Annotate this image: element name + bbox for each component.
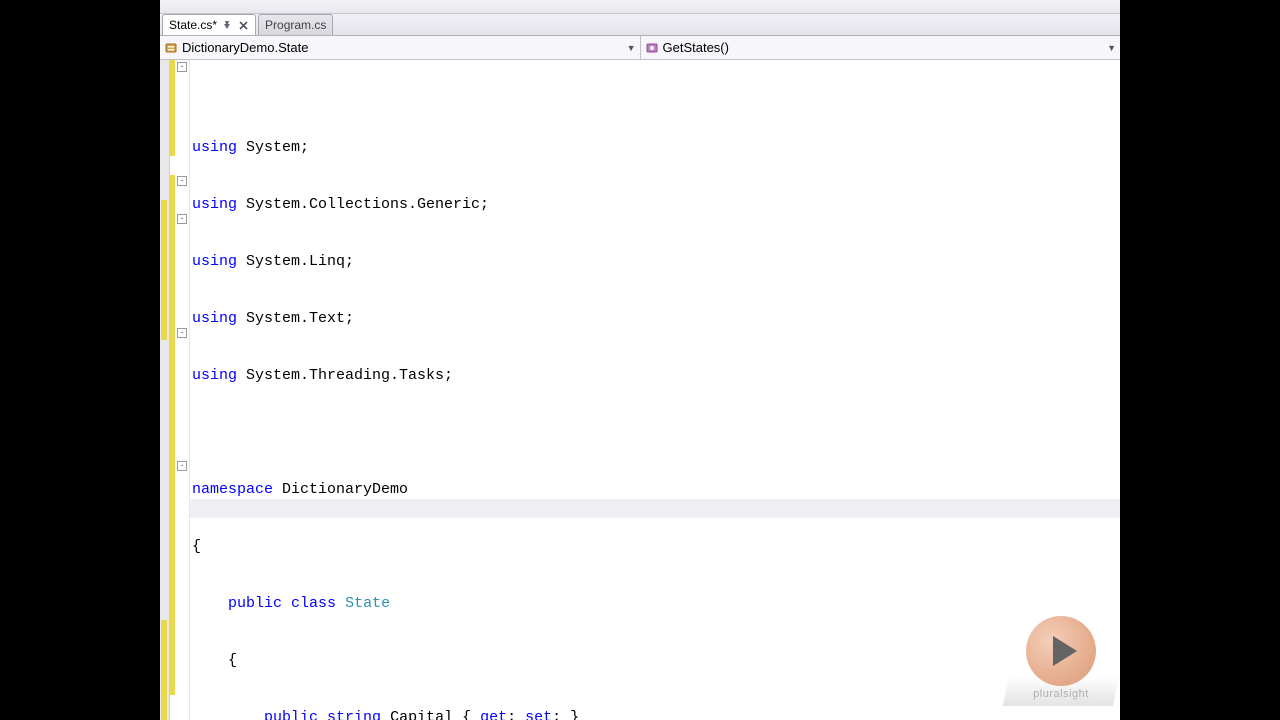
class-selector-label: DictionaryDemo.State bbox=[182, 40, 308, 55]
navigation-bar: DictionaryDemo.State ▼ GetStates() ▼ bbox=[160, 36, 1120, 60]
chevron-down-icon: ▼ bbox=[1107, 43, 1116, 53]
outlining-margin: - - - - - bbox=[176, 60, 190, 720]
code-editor[interactable]: - - - - - using System; using System.Col… bbox=[160, 60, 1120, 720]
tab-state-cs[interactable]: State.cs* bbox=[162, 14, 256, 35]
modified-region-marker bbox=[170, 175, 175, 695]
collapse-toggle-icon[interactable]: - bbox=[177, 214, 187, 224]
collapse-toggle-icon[interactable]: - bbox=[177, 328, 187, 338]
ide-window: State.cs* Program.cs DictionaryDemo.Stat… bbox=[160, 0, 1120, 720]
code-text-area[interactable]: using System; using System.Collections.G… bbox=[190, 60, 1120, 720]
class-selector-dropdown[interactable]: DictionaryDemo.State ▼ bbox=[160, 36, 641, 59]
window-chrome-top bbox=[160, 0, 1120, 14]
indicator-margin bbox=[160, 60, 170, 720]
collapse-toggle-icon[interactable]: - bbox=[177, 62, 187, 72]
current-line-highlight bbox=[190, 499, 1120, 518]
chevron-down-icon: ▼ bbox=[627, 43, 636, 53]
collapse-toggle-icon[interactable]: - bbox=[177, 176, 187, 186]
tab-program-cs[interactable]: Program.cs bbox=[258, 14, 333, 35]
method-icon bbox=[645, 41, 659, 55]
collapse-toggle-icon[interactable]: - bbox=[177, 461, 187, 471]
member-selector-dropdown[interactable]: GetStates() ▼ bbox=[641, 36, 1121, 59]
class-icon bbox=[164, 41, 178, 55]
scrollbar-change-marker bbox=[161, 200, 167, 340]
pin-icon[interactable] bbox=[221, 19, 233, 31]
tab-label: Program.cs bbox=[265, 18, 326, 32]
tab-label: State.cs* bbox=[169, 18, 217, 32]
document-tab-row: State.cs* Program.cs bbox=[160, 14, 1120, 36]
member-selector-label: GetStates() bbox=[663, 40, 729, 55]
close-icon[interactable] bbox=[237, 19, 249, 31]
modified-region-marker bbox=[170, 60, 175, 156]
scrollbar-change-marker bbox=[161, 620, 167, 720]
